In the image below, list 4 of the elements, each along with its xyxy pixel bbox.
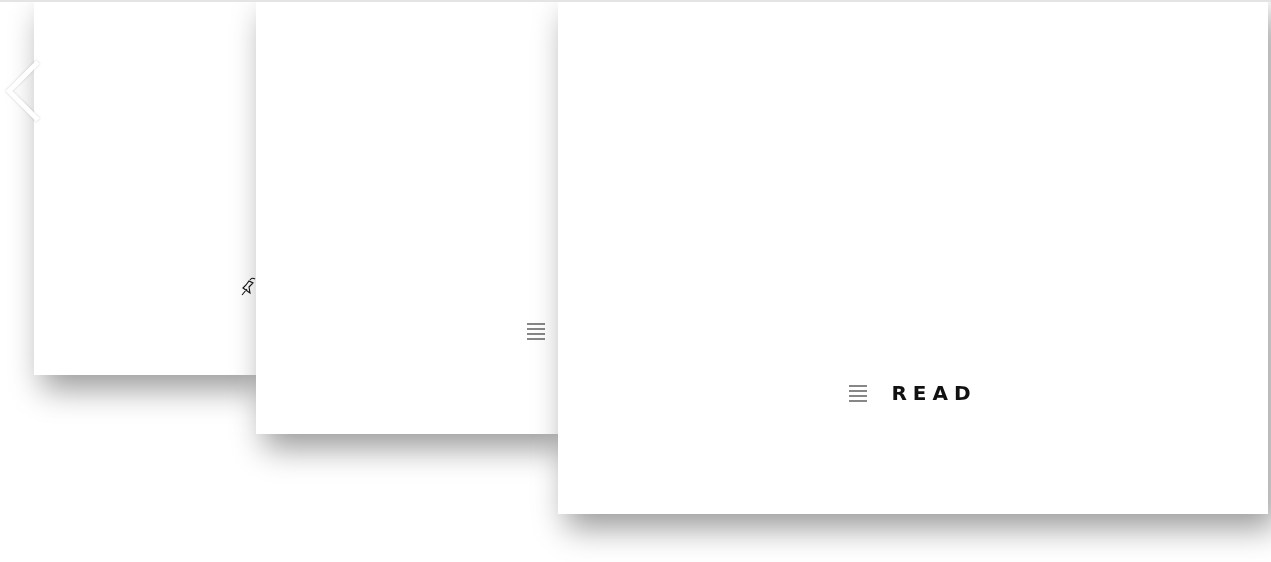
- pin-icon[interactable]: [241, 276, 257, 296]
- read-button[interactable]: READ: [891, 381, 977, 405]
- list-icon[interactable]: [849, 383, 868, 403]
- list-icon[interactable]: [527, 321, 545, 341]
